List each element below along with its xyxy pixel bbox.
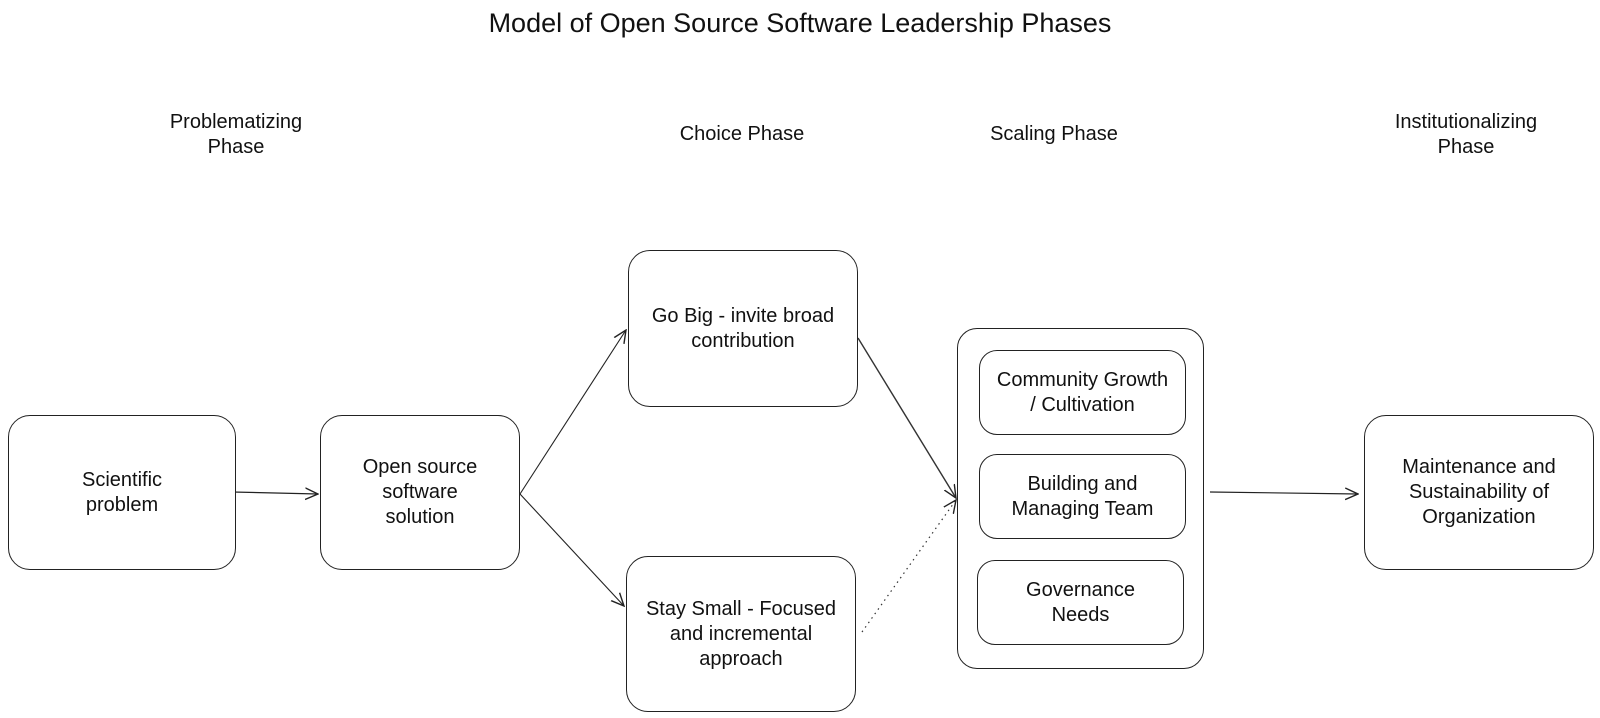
arrow-stay-small-to-scaling — [861, 500, 956, 633]
arrow-scaling-to-maintenance — [1209, 492, 1358, 494]
node-stay-small[interactable]: Stay Small - Focused and incremental app… — [626, 556, 856, 712]
arrow-problem-to-solution — [231, 492, 318, 494]
node-community-growth[interactable]: Community Growth / Cultivation — [979, 350, 1186, 435]
node-building-team[interactable]: Building and Managing Team — [979, 454, 1186, 539]
node-maintenance[interactable]: Maintenance and Sustainability of Organi… — [1364, 415, 1594, 570]
arrow-go-big-to-scaling — [857, 337, 956, 498]
node-scientific-problem[interactable]: Scientific problem — [8, 415, 236, 570]
arrow-solution-to-stay-small — [519, 493, 624, 606]
node-governance[interactable]: Governance Needs — [977, 560, 1184, 645]
node-go-big[interactable]: Go Big - invite broad contribution — [628, 250, 858, 407]
arrow-solution-to-go-big — [519, 330, 626, 495]
node-oss-solution[interactable]: Open source software solution — [320, 415, 520, 570]
